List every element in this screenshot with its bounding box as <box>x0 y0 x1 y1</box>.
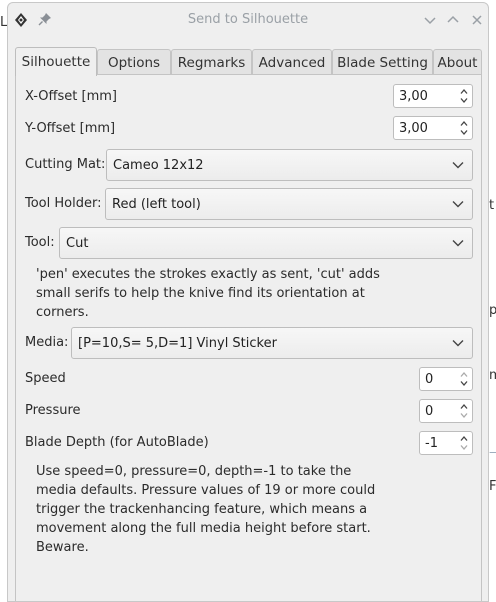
minimize-button[interactable] <box>421 11 439 29</box>
cutting-mat-combo[interactable]: Cameo 12x12 <box>106 149 473 181</box>
tab-silhouette[interactable]: Silhouette <box>15 47 97 76</box>
spin-up-icon[interactable] <box>459 434 469 443</box>
chevron-down-icon <box>421 11 439 29</box>
dialog-window: Send to Silhouette Silhouette Options Re… <box>7 2 489 602</box>
pressure-label: Pressure <box>25 403 81 418</box>
chevron-down-icon <box>452 340 464 347</box>
chevron-down-icon <box>452 162 464 169</box>
chevron-down-icon <box>452 201 464 208</box>
tab-regmarks[interactable]: Regmarks <box>171 49 252 75</box>
tool-holder-combo[interactable]: Red (left tool) <box>105 188 473 220</box>
cutting-mat-label: Cutting Mat: <box>25 157 106 172</box>
y-offset-label: Y-Offset [mm] <box>25 121 116 136</box>
silhouette-tab-panel: X-Offset [mm] 3,00 Y-Offset [mm] 3,00 Cu… <box>15 74 482 601</box>
close-icon <box>468 11 486 29</box>
maximize-button[interactable] <box>444 11 462 29</box>
tool-holder-value: Red (left tool) <box>112 197 201 212</box>
background-text: F <box>489 479 496 494</box>
spin-up-icon[interactable] <box>459 119 469 128</box>
tool-help-text: 'pen' executes the strokes exactly as se… <box>36 267 380 320</box>
x-offset-label: X-Offset [mm] <box>25 89 117 104</box>
speed-spinbox[interactable]: 0 <box>419 367 473 391</box>
spin-up-icon[interactable] <box>459 402 469 411</box>
tool-label: Tool: <box>25 235 55 250</box>
pin-icon[interactable] <box>38 12 52 26</box>
media-combo[interactable]: [P=10,S= 5,D=1] Vinyl Sticker <box>71 327 473 359</box>
background-text: p <box>489 303 496 318</box>
defaults-help-text: Use speed=0, pressure=0, depth=-1 to tak… <box>36 464 376 555</box>
x-offset-value: 3,00 <box>399 89 428 104</box>
tool-value: Cut <box>66 236 89 251</box>
background-text: t <box>489 198 495 213</box>
spin-down-icon[interactable] <box>459 411 469 420</box>
spin-up-icon[interactable] <box>459 87 469 96</box>
spin-down-icon[interactable] <box>459 128 469 137</box>
background-text: — <box>489 445 496 460</box>
tab-bar: Silhouette Options Regmarks Advanced Bla… <box>15 47 482 76</box>
inkscape-pen-icon <box>13 12 29 28</box>
spin-down-icon[interactable] <box>459 96 469 105</box>
speed-value: 0 <box>425 372 434 387</box>
tab-about[interactable]: About <box>433 49 482 75</box>
background-text: m <box>489 368 496 383</box>
speed-label: Speed <box>25 371 66 386</box>
close-button[interactable] <box>468 11 486 29</box>
spin-down-icon[interactable] <box>459 443 469 452</box>
blade-depth-label: Blade Depth (for AutoBlade) <box>25 435 209 450</box>
window-title: Send to Silhouette <box>187 12 309 27</box>
blade-depth-value: -1 <box>425 436 438 451</box>
y-offset-spinbox[interactable]: 3,00 <box>393 116 473 140</box>
tab-blade-setting[interactable]: Blade Setting <box>332 49 433 75</box>
pressure-spinbox[interactable]: 0 <box>419 399 473 423</box>
title-bar[interactable]: Send to Silhouette <box>8 3 488 37</box>
y-offset-value: 3,00 <box>399 121 428 136</box>
tool-combo[interactable]: Cut <box>59 227 473 259</box>
spin-up-icon[interactable] <box>459 370 469 379</box>
media-value: [P=10,S= 5,D=1] Vinyl Sticker <box>78 336 277 351</box>
tab-advanced[interactable]: Advanced <box>252 49 332 75</box>
pressure-value: 0 <box>425 404 434 419</box>
blade-depth-spinbox[interactable]: -1 <box>419 431 473 455</box>
tool-holder-label: Tool Holder: <box>25 196 102 211</box>
tab-options[interactable]: Options <box>97 49 171 75</box>
cutting-mat-value: Cameo 12x12 <box>113 158 204 173</box>
x-offset-spinbox[interactable]: 3,00 <box>393 84 473 108</box>
chevron-down-icon <box>452 240 464 247</box>
spin-down-icon[interactable] <box>459 379 469 388</box>
chevron-up-icon <box>444 11 462 29</box>
media-label: Media: <box>25 335 69 350</box>
